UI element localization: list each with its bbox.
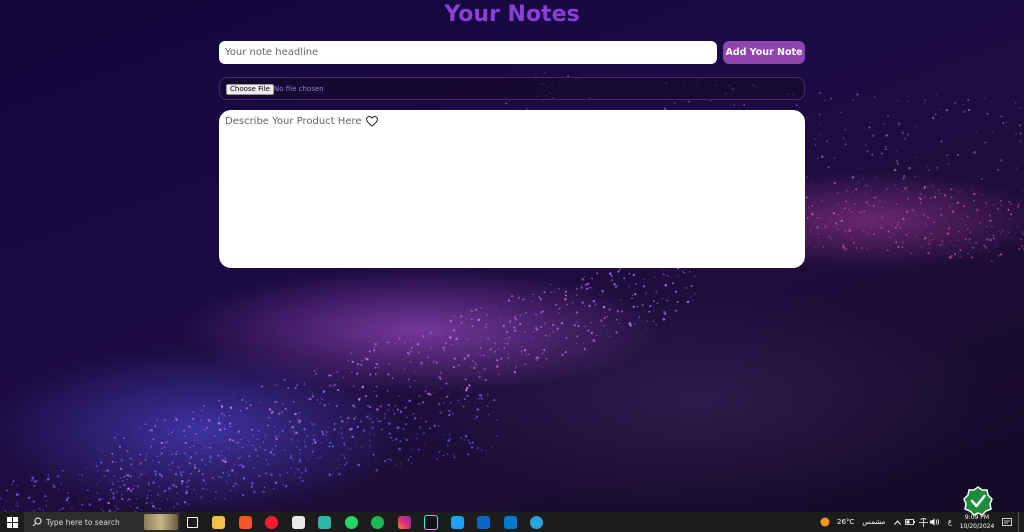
taskbar-app-task-view[interactable] — [185, 512, 199, 532]
network-icon[interactable] — [918, 512, 928, 532]
notification-icon[interactable] — [1001, 512, 1013, 532]
taskbar-app-tiktok[interactable] — [423, 512, 438, 532]
windows-icon — [6, 516, 18, 528]
taskbar-app-brave[interactable] — [238, 512, 252, 532]
weather-icon[interactable] — [820, 512, 830, 532]
telegram-icon — [530, 515, 543, 529]
whatsapp-icon — [344, 515, 358, 529]
search-icon — [32, 517, 42, 527]
app-icon — [318, 515, 331, 529]
opera-icon — [265, 515, 278, 529]
brave-icon — [238, 515, 252, 529]
headline-input[interactable] — [219, 41, 717, 64]
add-note-button[interactable]: Add Your Note — [723, 41, 805, 64]
taskbar-app-instagram[interactable] — [397, 512, 411, 532]
volume-icon[interactable] — [930, 512, 940, 532]
vscode-icon — [503, 515, 517, 529]
store-icon — [291, 515, 305, 529]
sun-icon — [820, 517, 830, 527]
taskbar: Type here to search 26°C مشمس ع 9:09 PM … — [0, 512, 1024, 532]
taskbar-app-whatsapp[interactable] — [344, 512, 358, 532]
taskbar-app-linkedin[interactable] — [477, 512, 491, 532]
file-status: No file chosen — [274, 85, 324, 93]
taskbar-app-spotify[interactable] — [371, 512, 385, 532]
task-view-icon — [186, 516, 198, 528]
taskbar-app-app[interactable] — [318, 512, 332, 532]
language-indicator[interactable]: ع — [946, 512, 954, 532]
chevron-up-icon[interactable] — [893, 512, 901, 532]
taskbar-app-telegram[interactable] — [530, 512, 544, 532]
taskbar-app-file-explorer[interactable] — [212, 512, 226, 532]
taskbar-app-opera[interactable] — [265, 512, 279, 532]
clock-date: 10/20/2024 — [959, 523, 995, 530]
twitter-icon — [450, 515, 464, 529]
weather-widget[interactable]: 26°C مشمس — [837, 512, 885, 532]
instagram-icon — [397, 515, 411, 529]
choose-file-button[interactable]: Choose File — [226, 84, 274, 95]
linkedin-icon — [477, 515, 490, 529]
weather-text: مشمس — [862, 518, 886, 526]
show-desktop-button[interactable] — [1018, 512, 1024, 532]
tiktok-icon — [423, 514, 438, 530]
file-input[interactable]: Choose File No file chosen — [219, 77, 805, 100]
spotify-icon — [371, 515, 384, 529]
description-textarea[interactable] — [219, 110, 805, 268]
start-button[interactable] — [0, 512, 24, 532]
taskbar-app-twitter[interactable] — [450, 512, 464, 532]
search-placeholder: Type here to search — [46, 517, 120, 527]
taskbar-app-vscode[interactable] — [503, 512, 517, 532]
weather-temp: 26°C — [837, 518, 855, 526]
file-explorer-icon — [212, 515, 225, 529]
taskbar-search[interactable]: Type here to search — [24, 512, 180, 532]
taskbar-app-store[interactable] — [291, 512, 305, 532]
page-title: Your Notes — [444, 2, 580, 27]
battery-icon[interactable] — [905, 512, 915, 532]
check-badge-icon — [963, 486, 993, 516]
search-highlight-image — [144, 514, 178, 530]
